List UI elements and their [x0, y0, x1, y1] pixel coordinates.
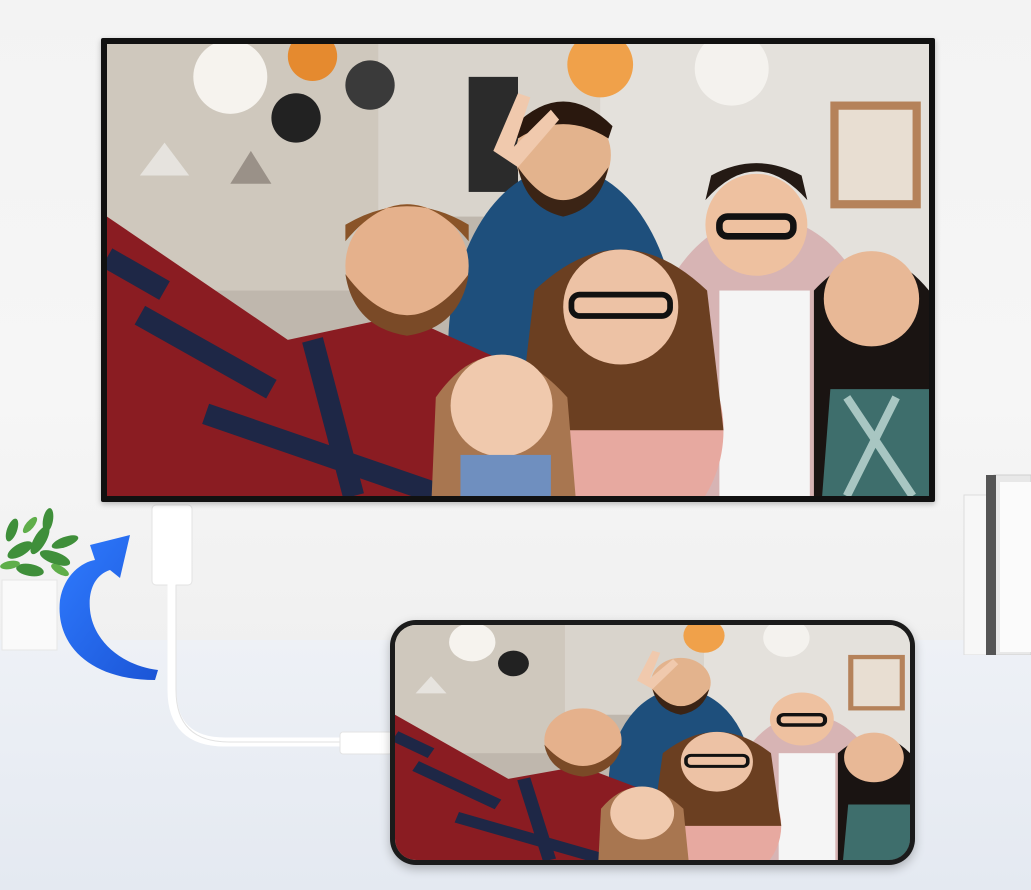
tv-screen	[107, 44, 929, 496]
tv-display	[101, 38, 935, 502]
group-selfie-photo-large	[107, 44, 929, 496]
group-selfie-photo-small	[395, 625, 910, 860]
curved-arrow-up-icon	[59, 535, 158, 680]
phone-screen	[395, 625, 910, 860]
books-icon	[963, 474, 1031, 655]
phone-device	[390, 620, 915, 865]
scene	[0, 0, 1031, 890]
